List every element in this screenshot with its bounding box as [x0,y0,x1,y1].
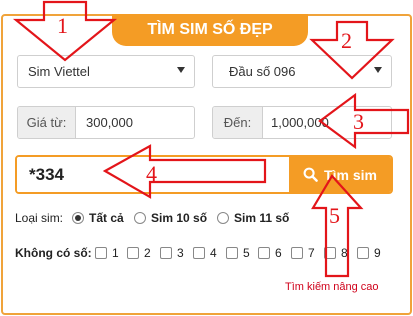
checkbox-box [357,247,369,259]
search-input[interactable]: *334 [17,157,289,192]
checkbox-box [160,247,172,259]
chevron-down-icon [374,67,382,73]
sim-type-option-11[interactable]: Sim 11 số [217,211,289,225]
exclude-digit-checkbox[interactable]: 7 [291,246,315,260]
digit-label: 4 [210,246,217,260]
sim-type-option-10[interactable]: Sim 10 số [134,211,207,225]
panel-title: TÌM SIM SỐ ĐẸP [112,14,308,46]
price-from-group: Giá từ: 300,000 [17,106,195,139]
digit-label: 3 [177,246,184,260]
prefix-select-value: Đầu số 096 [229,64,296,79]
sim-type-option-label: Sim 11 số [234,211,290,225]
network-select-value: Sim Viettel [28,64,90,79]
price-from-input[interactable]: 300,000 [76,107,133,138]
checkbox-box [127,247,139,259]
exclude-digit-checkbox[interactable]: 4 [193,246,217,260]
digit-label: 9 [374,246,381,260]
exclude-digits-label: Không có số: [15,246,92,260]
exclude-digit-checkbox[interactable]: 5 [226,246,250,260]
price-to-label: Đến: [213,107,263,138]
exclude-digit-checkbox[interactable]: 1 [95,246,119,260]
sim-type-option-label: Sim 10 số [151,211,208,225]
exclude-digit-checkbox[interactable]: 8 [324,246,348,260]
digit-label: 2 [144,246,151,260]
network-select[interactable]: Sim Viettel [17,55,195,88]
exclude-digit-checkbox[interactable]: 3 [160,246,184,260]
price-to-input[interactable]: 1,000,000 [263,107,329,138]
search-icon [303,167,318,182]
advanced-search-link[interactable]: Tìm kiếm nâng cao [285,281,379,293]
checkbox-box [291,247,303,259]
search-button-label: Tìm sim [324,166,377,183]
digit-label: 7 [308,246,315,260]
radio-unselected [217,212,229,224]
sim-type-option-all[interactable]: Tất cả [72,211,124,225]
price-from-label: Giá từ: [18,107,76,138]
digit-label: 5 [243,246,250,260]
digit-label: 6 [275,246,282,260]
exclude-digit-checkbox[interactable]: 2 [127,246,151,260]
sim-type-label: Loại sim: [15,211,64,225]
prefix-select[interactable]: Đầu số 096 [212,55,392,88]
digit-label: 1 [112,246,119,260]
digit-label: 8 [341,246,348,260]
price-to-group: Đến: 1,000,000 [212,106,392,139]
radio-selected [72,212,84,224]
search-button[interactable]: Tìm sim [289,157,391,192]
radio-unselected [134,212,146,224]
exclude-digit-checkbox[interactable]: 6 [258,246,282,260]
chevron-down-icon [177,67,185,73]
checkbox-box [258,247,270,259]
checkbox-box [324,247,336,259]
checkbox-box [226,247,238,259]
checkbox-box [193,247,205,259]
search-bar: *334 Tìm sim [15,155,393,194]
sim-type-option-label: Tất cả [89,211,124,225]
checkbox-box [95,247,107,259]
exclude-digit-checkbox[interactable]: 9 [357,246,381,260]
